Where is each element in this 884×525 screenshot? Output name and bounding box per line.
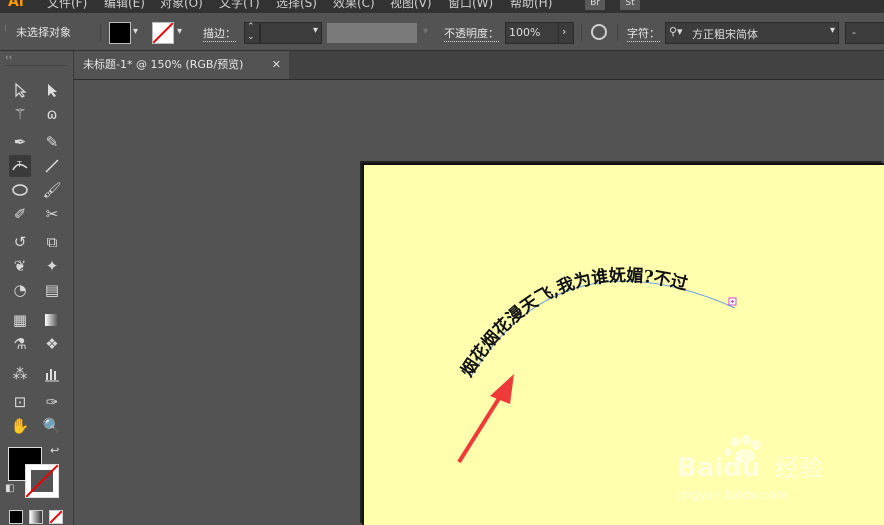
annotation-arrowhead	[490, 374, 514, 404]
path-text[interactable]: 烟花烟花漫天飞,我为谁妩媚?不过	[457, 265, 690, 381]
annotation-arrow	[457, 390, 505, 464]
watermark-brand-cn: 经验	[775, 454, 823, 482]
watermark-brand: Baidu	[677, 453, 760, 483]
watermark-url: jingyan.baidu.com	[676, 488, 788, 502]
baidu-watermark: Baidu 经验 jingyan.baidu.com	[676, 435, 823, 502]
path-text-content: 烟花烟花漫天飞,我为谁妩媚?不过	[457, 265, 690, 381]
